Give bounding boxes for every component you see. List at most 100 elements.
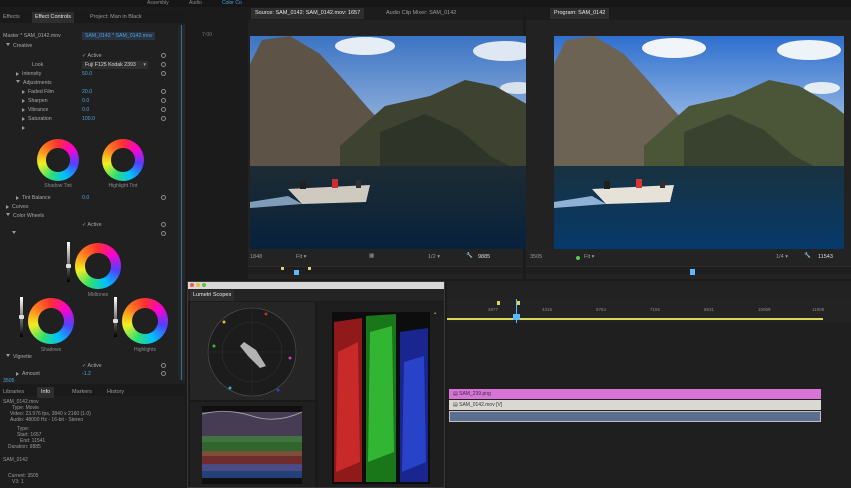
clip-selector[interactable]: SAM_0142 * SAM_0142.mov — [82, 32, 156, 40]
expand-icon[interactable] — [16, 195, 19, 200]
expand-icon[interactable] — [22, 116, 25, 121]
timeline-clip[interactable] — [449, 411, 821, 422]
active2-checkbox[interactable]: ✓ Active — [82, 221, 102, 229]
reset-icon[interactable] — [161, 371, 166, 376]
wrench-icon[interactable]: 🔧 — [466, 253, 473, 259]
chevron-down-icon: ▾ — [437, 254, 440, 260]
reset-icon[interactable] — [161, 89, 166, 94]
expand-icon[interactable] — [6, 213, 10, 218]
source-scrub-bar[interactable] — [248, 266, 523, 275]
vibrance-value[interactable]: 0.0 — [82, 106, 89, 114]
expand-icon[interactable] — [22, 107, 25, 112]
reset-icon[interactable] — [161, 71, 166, 76]
intensity-value[interactable]: 50.0 — [82, 70, 92, 78]
shadows-label: Shadows — [40, 347, 62, 353]
sharpen-value[interactable]: 0.0 — [82, 97, 89, 105]
reset-icon[interactable] — [161, 116, 166, 121]
slider-knob[interactable] — [66, 264, 71, 268]
highlights-wheel[interactable] — [122, 298, 168, 344]
expand-icon[interactable] — [16, 71, 19, 76]
expand-icon[interactable] — [6, 43, 10, 48]
program-playhead-marker[interactable] — [690, 269, 695, 275]
out-marker[interactable] — [517, 301, 520, 305]
shadow-tint-wheel[interactable] — [37, 139, 79, 181]
source-timecode[interactable]: 1848 — [250, 254, 262, 260]
expand-icon[interactable] — [12, 231, 16, 236]
reset-icon[interactable] — [161, 195, 166, 200]
program-timecode[interactable]: 3505 — [530, 254, 542, 260]
timeline-ruler[interactable]: 2877 4315 5754 7192 8631 10069 11508 — [447, 299, 851, 321]
curves-section[interactable]: Curves — [6, 203, 28, 211]
reset-icon[interactable] — [161, 363, 166, 368]
look-dropdown[interactable]: Fuji F125 Kodak 2393 ▾ — [82, 61, 148, 69]
reset-icon[interactable] — [161, 98, 166, 103]
workspace-assembly[interactable]: Assembly — [147, 0, 169, 6]
amount-value[interactable]: -1.2 — [82, 370, 91, 378]
program-fit-dropdown[interactable]: Fit ▾ — [584, 254, 594, 260]
tab-libraries[interactable]: Libraries — [3, 387, 24, 398]
settings-icon[interactable]: ▦ — [369, 253, 374, 259]
tab-program[interactable]: Program: SAM_0142 — [550, 8, 610, 19]
midtones-slider[interactable] — [66, 242, 71, 282]
program-scrub-bar[interactable] — [526, 266, 851, 275]
expand-icon[interactable] — [16, 371, 19, 376]
zoom-window-icon[interactable] — [202, 283, 206, 287]
tab-effects[interactable]: Effects — [3, 12, 20, 23]
work-area-bar[interactable] — [447, 318, 823, 320]
shadows-wheel[interactable] — [28, 298, 74, 344]
source-monitor: Source: SAM_0142: SAM_0142.mov: 1657 Aud… — [248, 7, 542, 279]
faded-film-value[interactable]: 20.0 — [82, 88, 92, 96]
source-fit-dropdown[interactable]: Fit ▾ — [296, 254, 306, 260]
workspace-color[interactable]: Color Co — [222, 0, 242, 6]
in-marker[interactable] — [497, 301, 500, 305]
reset-icon[interactable] — [161, 107, 166, 112]
minimize-window-icon[interactable] — [196, 283, 200, 287]
adjustments-section[interactable]: Adjustments — [16, 79, 52, 87]
tab-markers[interactable]: Markers — [72, 387, 92, 398]
expand-icon[interactable] — [6, 204, 9, 209]
keyframe-playhead[interactable] — [181, 25, 182, 380]
source-resolution-dropdown[interactable]: 1/2 ▾ — [428, 254, 440, 260]
slider-knob[interactable] — [113, 319, 118, 323]
reset-icon[interactable] — [161, 222, 166, 227]
reset-icon[interactable] — [161, 231, 166, 236]
tab-info[interactable]: Info — [37, 387, 55, 398]
close-window-icon[interactable] — [190, 283, 194, 287]
source-video-frame[interactable] — [250, 36, 542, 249]
source-duration: 9885 — [478, 254, 491, 260]
vignette-section[interactable]: Vignette — [6, 353, 32, 361]
tab-audio-clip-mixer[interactable]: Audio Clip Mixer: SAM_0142 — [386, 8, 456, 19]
wrench-icon[interactable]: 🔧 — [804, 253, 811, 259]
source-playhead-marker[interactable] — [294, 270, 299, 275]
expand-icon[interactable] — [22, 98, 25, 103]
tab-lumetri-scopes[interactable]: Lumetri Scopes — [190, 290, 235, 301]
highlight-tint-wheel[interactable] — [102, 139, 144, 181]
slider-knob[interactable] — [19, 315, 24, 319]
creative-section[interactable]: Creative — [6, 42, 32, 50]
tab-effect-controls[interactable]: Effect Controls — [32, 12, 74, 23]
reset-icon[interactable] — [161, 53, 166, 58]
tab-project[interactable]: Project: Man in Black — [90, 12, 142, 23]
shadows-slider[interactable] — [19, 297, 24, 337]
timeline-clip[interactable]: ▤ SAM_239.png — [449, 389, 821, 399]
active-checkbox[interactable]: ✓ Active — [82, 52, 102, 60]
saturation-value[interactable]: 100.0 — [82, 115, 95, 123]
tab-source[interactable]: Source: SAM_0142: SAM_0142.mov: 1657 — [251, 8, 365, 19]
color-wheels-section[interactable]: Color Wheels — [6, 212, 44, 220]
master-clip-label[interactable]: Master * SAM_0142.mov — [3, 32, 61, 40]
tab-history[interactable]: History — [107, 387, 124, 398]
expand-icon[interactable] — [16, 80, 20, 85]
workspace-audio[interactable]: Audio — [189, 0, 202, 6]
active3-checkbox[interactable]: ✓ Active — [82, 362, 102, 370]
playhead-handle[interactable] — [513, 314, 520, 320]
midtones-wheel[interactable] — [75, 243, 121, 289]
expand-icon[interactable] — [6, 354, 10, 359]
tint-balance-value[interactable]: 0.0 — [82, 194, 89, 202]
highlights-slider[interactable] — [113, 297, 118, 337]
timeline-clip[interactable]: ▤ SAM_0142.mov [V] — [449, 400, 821, 410]
program-resolution-dropdown[interactable]: 1/4 ▾ — [776, 254, 788, 260]
expand-icon[interactable] — [22, 89, 25, 94]
reset-icon[interactable] — [161, 62, 166, 67]
expand-icon[interactable] — [22, 125, 25, 130]
program-video-frame[interactable] — [554, 36, 844, 249]
